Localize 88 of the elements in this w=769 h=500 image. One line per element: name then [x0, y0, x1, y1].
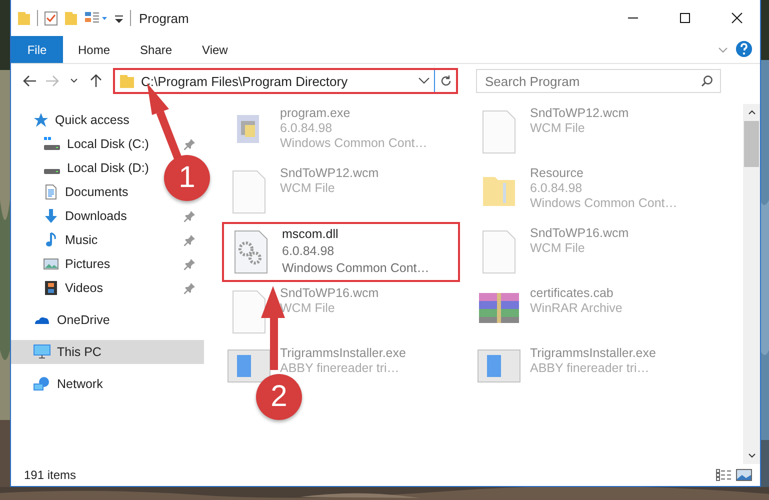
landscape-icon [736, 469, 752, 481]
file-name: certificates.cab [530, 286, 614, 301]
large-icons-view-button[interactable] [734, 466, 754, 484]
folder-icon[interactable] [17, 10, 31, 26]
ribbon-tab[interactable]: View [187, 36, 243, 63]
folder-icon [119, 73, 135, 89]
sidebar-item[interactable]: Quick access [11, 108, 204, 132]
pin-icon[interactable] [184, 282, 196, 294]
checklist-icon[interactable] [44, 10, 58, 26]
music-note-icon [43, 232, 59, 248]
file-detail: WCM File [280, 181, 336, 196]
search-icon [701, 75, 713, 87]
film-icon [43, 280, 59, 296]
file-name: mscom.dll [282, 226, 340, 243]
file-icon [481, 229, 517, 275]
back-arrow-icon [23, 75, 37, 87]
sidebar-item[interactable]: This PC [11, 340, 204, 364]
file-name: SndToWP16.wcm [280, 286, 379, 301]
details-list-icon [716, 469, 732, 481]
sidebar-item[interactable]: OneDrive [11, 308, 204, 332]
ribbon-tab[interactable]: Share [125, 36, 188, 63]
sidebar-item[interactable]: Documents [11, 180, 136, 204]
landscape-icon [43, 256, 59, 272]
sidebar-item[interactable]: Downloads [11, 204, 204, 228]
sidebar-item[interactable]: Pictures [11, 252, 204, 276]
pin-icon[interactable] [184, 258, 196, 270]
address-path: C:\Program Files\Program Directory [141, 74, 349, 88]
file-icon [231, 289, 267, 335]
gears-file-icon [233, 229, 269, 275]
pin-icon[interactable] [184, 210, 196, 222]
file-icon [231, 169, 267, 215]
pin-icon[interactable] [184, 234, 196, 246]
file-name: TrigrammsInstaller.exe [530, 346, 656, 361]
installer-window-icon [477, 349, 521, 383]
file-detail: ABBY finereader tri… [530, 361, 650, 376]
file-detail: Windows Common Cont… [282, 260, 430, 277]
file-icon [481, 109, 517, 155]
file-name: Resource [530, 166, 584, 181]
scroll-thumb[interactable] [744, 121, 759, 167]
scrollbar[interactable] [743, 104, 760, 464]
sidebar-item[interactable]: Network [11, 372, 204, 396]
installer-window-icon [227, 349, 271, 383]
file-menu-button[interactable]: File [11, 36, 63, 63]
file-name: SndToWP16.wcm [530, 226, 629, 241]
dropdown-caret-icon[interactable] [418, 77, 430, 85]
download-arrow-icon [43, 208, 59, 224]
refresh-icon [440, 75, 452, 87]
folder-icon[interactable] [64, 10, 78, 26]
file-detail: Windows Common Cont… [530, 196, 678, 211]
search-field[interactable]: Search Program [476, 69, 721, 93]
file-detail: 6.0.84.98 [282, 243, 336, 260]
document-icon [43, 184, 59, 200]
file-detail: 6.0.84.98 [530, 181, 584, 196]
file-detail: WCM File [530, 241, 586, 256]
details-view-button[interactable] [714, 466, 734, 484]
file-name: SndToWP12.wcm [280, 166, 379, 181]
chevron-down-icon [748, 453, 756, 458]
chevron-up-icon [748, 110, 756, 115]
sidebar-item[interactable]: Music [11, 228, 204, 252]
file-detail: 6.0.84.98 [280, 121, 334, 136]
file-item[interactable]: mscom.dll 6.0.84.98 Windows Common Cont… [222, 222, 460, 282]
file-detail: WCM File [530, 121, 586, 136]
monitor-icon [33, 344, 51, 360]
help-icon[interactable] [736, 41, 752, 57]
drive-icon [43, 136, 61, 152]
forward-arrow-icon [45, 75, 59, 87]
file-detail: Windows Common Cont… [280, 136, 428, 151]
maximize-icon [679, 12, 691, 24]
sidebar-item[interactable]: Local Disk (C:) [11, 132, 204, 156]
file-name: SndToWP12.wcm [530, 106, 629, 121]
expand-ribbon-icon[interactable] [718, 46, 728, 52]
drive-icon [44, 168, 60, 174]
up-arrow-icon [90, 74, 102, 88]
ribbon-tab[interactable]: Home [63, 36, 126, 63]
item-count: 191 items [24, 468, 78, 482]
file-detail: WinRAR Archive [530, 301, 622, 316]
chevron-down-icon [70, 78, 78, 84]
close-icon [731, 12, 743, 24]
address-bar[interactable]: C:\Program Files\Program Directory [113, 68, 458, 94]
sidebar-item[interactable]: Local Disk (D:) [11, 156, 157, 180]
network-icon [33, 376, 51, 392]
sidebar-item[interactable]: Videos [11, 276, 204, 300]
pin-icon[interactable] [184, 138, 196, 150]
file-name: program.exe [280, 106, 352, 121]
window-title: Program [139, 10, 190, 26]
file-name: TrigrammsInstaller.exe [280, 346, 406, 361]
file-detail: ABBY finereader tri… [280, 361, 400, 376]
star-icon [33, 112, 49, 128]
